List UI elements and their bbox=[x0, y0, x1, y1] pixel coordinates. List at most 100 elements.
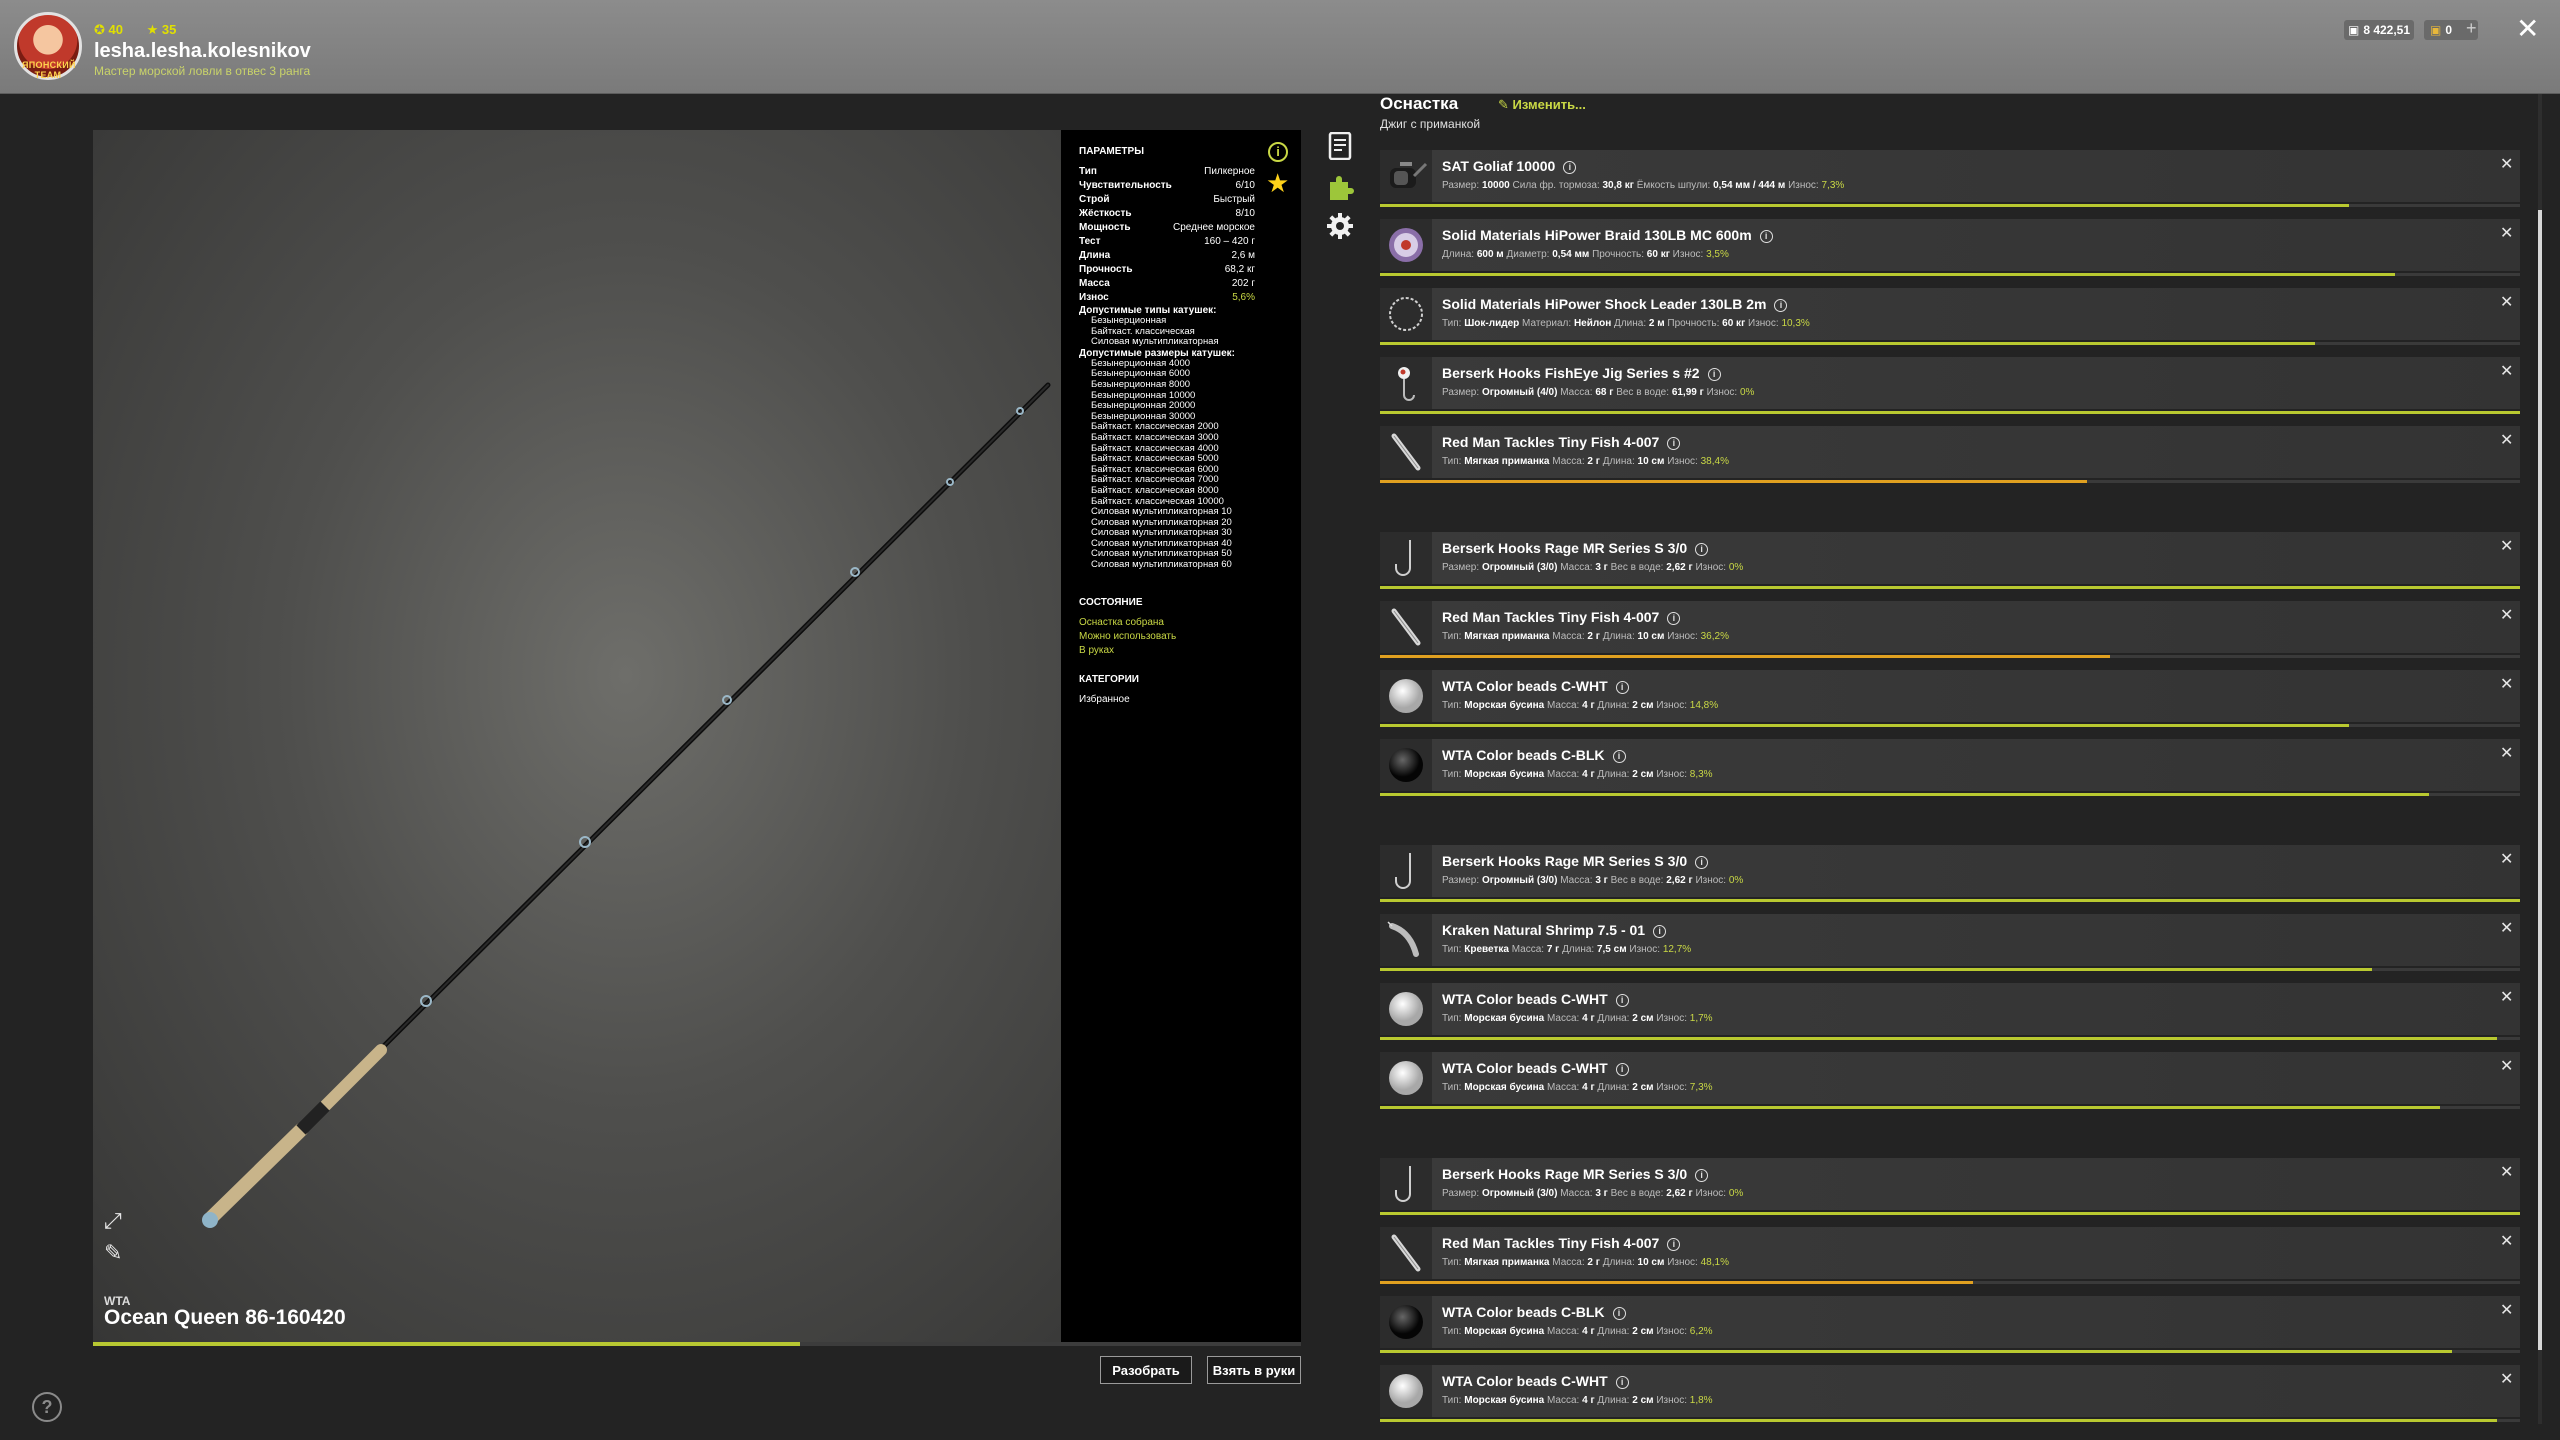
tackle-item[interactable]: Red Man Tackles Tiny Fish 4-007 i Тип: Мяг… bbox=[1380, 1227, 2520, 1285]
remove-item-icon[interactable]: ✕ bbox=[2500, 849, 2513, 869]
remove-item-icon[interactable]: ✕ bbox=[2500, 674, 2513, 694]
rod-model bbox=[202, 382, 1051, 1228]
tackle-item[interactable]: WTA Color beads C-WHT i Тип: Морская бусин… bbox=[1380, 1365, 2520, 1423]
tackle-item[interactable]: Red Man Tackles Tiny Fish 4-007 i Тип: Мяг… bbox=[1380, 601, 2520, 659]
tackle-item-name-text: Red Man Tackles Tiny Fish 4-007 bbox=[1442, 609, 1660, 625]
bead-white-icon bbox=[1380, 983, 1432, 1035]
wear-value: 0% bbox=[1728, 562, 1744, 573]
detail-value: Огромный (4/0) bbox=[1481, 387, 1558, 398]
remove-item-icon[interactable]: ✕ bbox=[2500, 1231, 2513, 1251]
document-icon[interactable] bbox=[1328, 132, 1352, 160]
scrollbar-thumb[interactable] bbox=[2538, 210, 2542, 1350]
remove-item-icon[interactable]: ✕ bbox=[2500, 292, 2513, 312]
info-icon[interactable]: i bbox=[1695, 543, 1709, 556]
info-icon[interactable]: i bbox=[1615, 681, 1629, 694]
tackle-item[interactable]: WTA Color beads C-WHT i Тип: Морская бусин… bbox=[1380, 670, 2520, 728]
tackle-item[interactable]: Berserk Hooks Rage MR Series S 3/0 i Разме… bbox=[1380, 532, 2520, 590]
param-row: Тест 160 – 420 г bbox=[1079, 235, 1255, 249]
categories-list: Избранное bbox=[1079, 693, 1283, 707]
remove-item-icon[interactable]: ✕ bbox=[2500, 1300, 2513, 1320]
info-icon[interactable]: i bbox=[1612, 1307, 1626, 1320]
detail-value: 2 см bbox=[1632, 1013, 1654, 1024]
param-value: Быстрый bbox=[1213, 194, 1255, 205]
add-gold-button[interactable]: + bbox=[2466, 18, 2477, 39]
detail-label: Тип: bbox=[1442, 631, 1462, 642]
info-icon[interactable]: i bbox=[1612, 750, 1626, 763]
tackle-item-details: Тип: Мягкая приманка Масса: 2 г Длина: 1… bbox=[1442, 1257, 1729, 1268]
tackle-item-name: WTA Color beads C-WHT i bbox=[1442, 991, 1629, 1007]
param-row: Прочность 68,2 кг bbox=[1079, 263, 1255, 277]
detail-label: Тип: bbox=[1442, 944, 1462, 955]
remove-item-icon[interactable]: ✕ bbox=[2500, 918, 2513, 938]
param-value: Среднее морское bbox=[1173, 222, 1255, 233]
info-icon[interactable]: i bbox=[1774, 299, 1788, 312]
info-icon[interactable]: i bbox=[1615, 1376, 1629, 1389]
info-icon[interactable]: i bbox=[1667, 612, 1681, 625]
rod-wear-fill bbox=[93, 1342, 800, 1346]
detail-value: Морская бусина bbox=[1464, 1395, 1545, 1406]
remove-item-icon[interactable]: ✕ bbox=[2500, 154, 2513, 174]
wear-value: 12,7% bbox=[1662, 944, 1692, 955]
remove-item-icon[interactable]: ✕ bbox=[2500, 223, 2513, 243]
detail-value: 0,54 мм / 444 м bbox=[1713, 180, 1786, 191]
tackle-item[interactable]: WTA Color beads C-BLK i Тип: Морская бусин… bbox=[1380, 1296, 2520, 1354]
wear-value: 6,2% bbox=[1689, 1326, 1713, 1337]
close-icon[interactable]: ✕ bbox=[2516, 12, 2539, 45]
tackle-item[interactable]: Berserk Hooks FishEye Jig Series s #2 i Ра… bbox=[1380, 357, 2520, 415]
tackle-item[interactable]: SAT Goliaf 10000 i Размер: 10000 Сила фр. … bbox=[1380, 150, 2520, 208]
tackle-item-name-text: WTA Color beads C-WHT bbox=[1442, 678, 1608, 694]
take-in-hands-button[interactable]: Взять в руки bbox=[1207, 1356, 1301, 1384]
detail-label: Длина: bbox=[1602, 631, 1635, 642]
tackle-item[interactable]: Berserk Hooks Rage MR Series S 3/0 i Разме… bbox=[1380, 1158, 2520, 1216]
param-value: 6/10 bbox=[1235, 180, 1255, 191]
tackle-item[interactable]: Solid Materials HiPower Braid 130LB MC 6… bbox=[1380, 219, 2520, 277]
puzzle-icon[interactable] bbox=[1326, 174, 1354, 202]
remove-item-icon[interactable]: ✕ bbox=[2500, 743, 2513, 763]
tackle-item-name-text: SAT Goliaf 10000 bbox=[1442, 158, 1556, 174]
info-icon[interactable]: i bbox=[1615, 994, 1629, 1007]
info-icon[interactable]: i bbox=[1563, 161, 1577, 174]
info-icon[interactable]: i bbox=[1759, 230, 1773, 243]
remove-item-icon[interactable]: ✕ bbox=[2500, 430, 2513, 450]
remove-item-icon[interactable]: ✕ bbox=[2500, 605, 2513, 625]
info-icon[interactable]: i bbox=[1268, 142, 1288, 162]
info-icon[interactable]: i bbox=[1667, 1238, 1681, 1251]
favorite-star-icon[interactable]: ★ bbox=[1266, 168, 1289, 199]
tackle-item[interactable]: Solid Materials HiPower Shock Leader 130… bbox=[1380, 288, 2520, 346]
tackle-item[interactable]: WTA Color beads C-WHT i Тип: Морская бусин… bbox=[1380, 983, 2520, 1041]
info-icon[interactable]: i bbox=[1707, 368, 1721, 381]
detail-value: Шок-лидер bbox=[1464, 318, 1520, 329]
tackle-item-details: Тип: Морская бусина Масса: 4 г Длина: 2 … bbox=[1442, 1395, 1713, 1406]
detail-label: Масса: bbox=[1546, 1013, 1580, 1024]
tackle-item[interactable]: WTA Color beads C-WHT i Тип: Морская бусин… bbox=[1380, 1052, 2520, 1110]
remove-item-icon[interactable]: ✕ bbox=[2500, 1056, 2513, 1076]
user-rank: Мастер морской ловли в отвес 3 ранга bbox=[94, 64, 311, 78]
disassemble-button[interactable]: Разобрать bbox=[1100, 1356, 1192, 1384]
remove-item-icon[interactable]: ✕ bbox=[2500, 1369, 2513, 1389]
tackle-item[interactable]: Red Man Tackles Tiny Fish 4-007 i Тип: Мяг… bbox=[1380, 426, 2520, 484]
param-label: Строй bbox=[1079, 194, 1110, 205]
remove-item-icon[interactable]: ✕ bbox=[2500, 361, 2513, 381]
detail-label: Тип: bbox=[1442, 700, 1462, 711]
info-icon[interactable]: i bbox=[1615, 1063, 1629, 1076]
expand-icon[interactable]: ⤢ bbox=[104, 1208, 128, 1233]
rod-viewer[interactable] bbox=[93, 130, 1061, 1342]
remove-item-icon[interactable]: ✕ bbox=[2500, 987, 2513, 1007]
info-icon[interactable]: i bbox=[1667, 437, 1681, 450]
detail-value: 2,62 г bbox=[1666, 875, 1693, 886]
remove-item-icon[interactable]: ✕ bbox=[2500, 536, 2513, 556]
info-icon[interactable]: i bbox=[1653, 925, 1667, 938]
info-icon[interactable]: i bbox=[1695, 1169, 1709, 1182]
tackle-item[interactable]: Berserk Hooks Rage MR Series S 3/0 i Разме… bbox=[1380, 845, 2520, 903]
username: lesha.lesha.kolesnikov bbox=[94, 40, 311, 62]
remove-item-icon[interactable]: ✕ bbox=[2500, 1162, 2513, 1182]
help-icon[interactable]: ? bbox=[32, 1392, 62, 1422]
edit-tackle-link[interactable]: ✎ Изменить... bbox=[1498, 97, 1586, 113]
detail-value: 68 г bbox=[1595, 387, 1614, 398]
tackle-item[interactable]: Kraken Natural Shrimp 7.5 - 01 i Тип: Крев… bbox=[1380, 914, 2520, 972]
detail-value: 60 кг bbox=[1722, 318, 1746, 329]
pencil-icon[interactable]: ✎ bbox=[104, 1240, 128, 1265]
tackle-item[interactable]: WTA Color beads C-BLK i Тип: Морская бусин… bbox=[1380, 739, 2520, 797]
info-icon[interactable]: i bbox=[1695, 856, 1709, 869]
gear-icon[interactable] bbox=[1326, 212, 1354, 240]
